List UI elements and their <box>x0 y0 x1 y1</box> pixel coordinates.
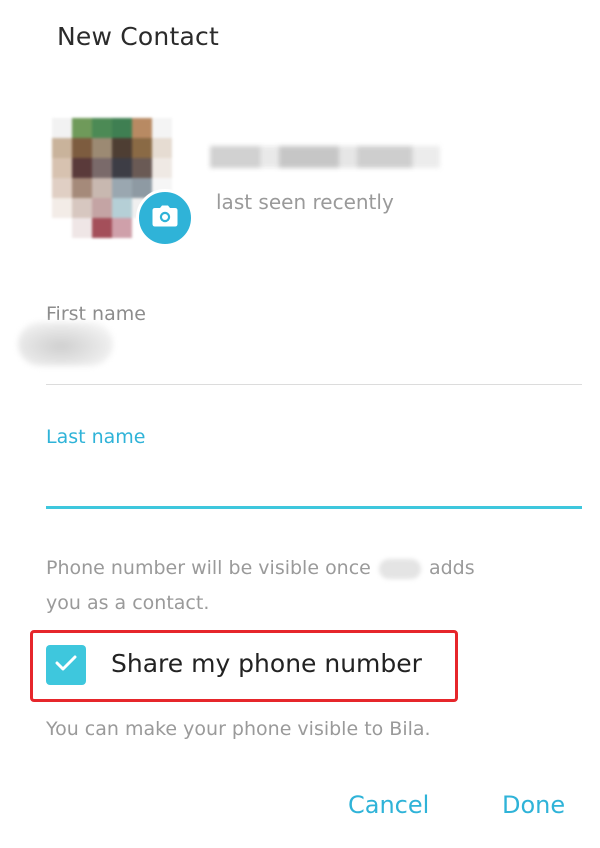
checkmark-icon <box>55 654 77 676</box>
last-seen-status: last seen recently <box>216 190 394 214</box>
change-photo-button[interactable] <box>136 189 194 247</box>
dialog-title: New Contact <box>57 22 219 51</box>
share-phone-hint: You can make your phone visible to Bila. <box>46 718 431 740</box>
camera-icon <box>152 205 178 231</box>
info-text-part1: Phone number will be visible once <box>46 557 371 579</box>
contact-name-redacted <box>210 146 440 168</box>
last-name-underline <box>46 506 582 509</box>
contact-name-redacted-inline <box>378 558 421 579</box>
share-phone-label[interactable]: Share my phone number <box>111 649 422 678</box>
info-text-line2: you as a contact. <box>46 592 210 614</box>
cancel-button[interactable]: Cancel <box>348 791 429 819</box>
first-name-underline <box>46 384 582 385</box>
last-name-label: Last name <box>46 426 146 448</box>
done-button[interactable]: Done <box>502 791 565 819</box>
last-name-input[interactable] <box>46 460 586 502</box>
share-phone-checkbox[interactable] <box>46 645 86 685</box>
first-name-value-redacted[interactable] <box>18 322 113 366</box>
phone-visibility-info: Phone number will be visible once adds y… <box>46 551 566 621</box>
info-text-part2: adds <box>428 557 475 579</box>
